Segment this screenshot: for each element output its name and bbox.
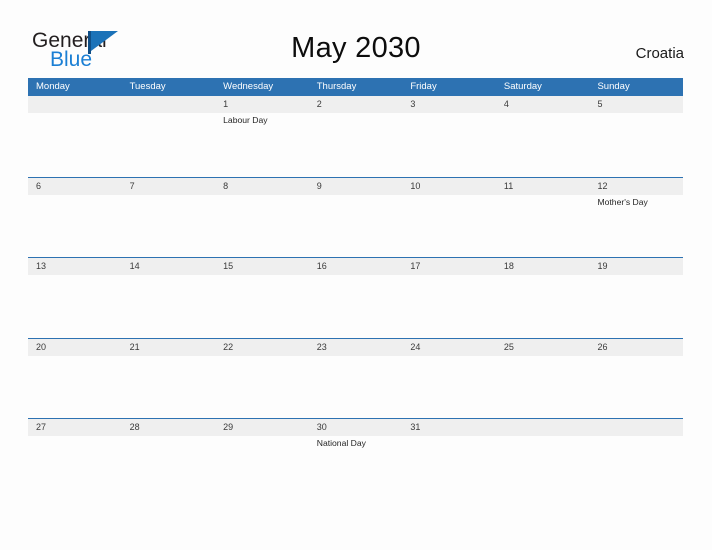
day-number: 21 — [129, 341, 140, 352]
calendar-week-row: 13 14 15 16 17 18 19 — [28, 257, 683, 338]
day-number: 30 — [316, 422, 327, 432]
day-cell[interactable]: 15 — [215, 258, 309, 338]
day-cell[interactable]: 6 — [28, 178, 122, 258]
day-number: 6 — [36, 180, 42, 191]
day-number: 16 — [316, 261, 327, 271]
day-number: 7 — [129, 180, 135, 191]
day-cell[interactable]: 18 — [496, 258, 590, 338]
day-event: National Day — [316, 438, 366, 448]
day-number: 2 — [316, 99, 322, 109]
day-cell[interactable]: 19 — [589, 258, 683, 338]
day-number: 23 — [316, 341, 327, 352]
day-number: 20 — [36, 341, 47, 352]
day-number: 22 — [223, 341, 234, 352]
day-number: 14 — [129, 261, 140, 271]
day-cell[interactable]: 12 Mother's Day — [589, 178, 683, 258]
day-cell[interactable]: 13 — [28, 258, 122, 338]
day-number: 28 — [129, 422, 140, 432]
day-cell[interactable]: 26 — [589, 339, 683, 419]
day-number: 1 — [223, 99, 229, 109]
day-number: 18 — [503, 261, 514, 271]
weekday-tuesday: Tuesday — [129, 81, 166, 92]
day-cell[interactable] — [122, 96, 216, 177]
day-cell[interactable] — [496, 419, 590, 499]
day-cell[interactable]: 10 — [402, 178, 496, 258]
weekday-wednesday: Wednesday — [223, 81, 274, 92]
day-number: 15 — [223, 261, 234, 271]
day-number: 11 — [503, 180, 514, 191]
day-number: 24 — [410, 341, 421, 352]
weekday-friday: Friday — [410, 81, 437, 92]
weekday-sunday: Sunday — [597, 81, 630, 92]
day-number: 25 — [503, 341, 514, 352]
day-cell[interactable]: 24 — [402, 339, 496, 419]
day-cell[interactable]: 28 — [122, 419, 216, 499]
day-cell[interactable]: 17 — [402, 258, 496, 338]
day-number: 27 — [36, 422, 47, 432]
weekday-monday: Monday — [36, 81, 70, 92]
day-cell[interactable]: 1 Labour Day — [215, 96, 309, 177]
day-cell[interactable]: 20 — [28, 339, 122, 419]
day-number: 29 — [223, 422, 234, 432]
day-number: 26 — [597, 341, 608, 352]
day-number: 9 — [316, 180, 322, 191]
calendar-grid: Monday Tuesday Wednesday Thursday Friday… — [28, 78, 683, 499]
day-cell[interactable]: 11 — [496, 178, 590, 258]
day-cell[interactable] — [28, 96, 122, 177]
day-number: 12 — [597, 180, 608, 191]
calendar-weekday-header: Monday Tuesday Wednesday Thursday Friday… — [28, 78, 683, 96]
day-cell[interactable]: 27 — [28, 419, 122, 499]
day-number: 17 — [410, 261, 421, 271]
calendar-week-row: 1 Labour Day 2 3 4 5 — [28, 96, 683, 177]
day-cell[interactable]: 21 — [122, 339, 216, 419]
day-cell[interactable]: 3 — [402, 96, 496, 177]
day-number: 31 — [410, 422, 421, 432]
day-cell[interactable]: 5 — [589, 96, 683, 177]
day-cell[interactable]: 25 — [496, 339, 590, 419]
day-cell[interactable] — [589, 419, 683, 499]
page-header: General Blue May 2030 Croatia — [0, 0, 712, 78]
calendar-week-row: 27 28 29 30 National Day 31 — [28, 418, 683, 499]
day-cell[interactable]: 8 — [215, 178, 309, 258]
page-title: May 2030 — [291, 32, 421, 64]
day-number: 19 — [597, 261, 608, 271]
day-cell[interactable]: 31 — [402, 419, 496, 499]
day-number: 5 — [597, 99, 603, 109]
day-number: 8 — [223, 180, 229, 191]
day-cell[interactable]: 29 — [215, 419, 309, 499]
day-cell[interactable]: 4 — [496, 96, 590, 177]
day-cell[interactable]: 14 — [122, 258, 216, 338]
day-number: 4 — [503, 99, 509, 109]
country-label: Croatia — [635, 45, 684, 62]
weekday-thursday: Thursday — [316, 81, 357, 92]
calendar-week-row: 20 21 22 23 24 25 26 — [28, 337, 683, 419]
day-cell[interactable]: 9 — [309, 178, 403, 258]
day-event: Labour Day — [223, 115, 268, 125]
day-cell[interactable]: 23 — [309, 339, 403, 419]
day-cell[interactable]: 16 — [309, 258, 403, 338]
day-number: 3 — [410, 99, 416, 109]
day-cell[interactable]: 7 — [122, 178, 216, 258]
day-cell[interactable]: 2 — [309, 96, 403, 177]
day-event: Mother's Day — [597, 196, 648, 207]
day-number: 13 — [36, 261, 47, 271]
day-number: 10 — [410, 180, 421, 191]
day-cell[interactable]: 22 — [215, 339, 309, 419]
calendar-week-row: 6 7 8 9 10 11 12 Mother's Day — [28, 176, 683, 258]
weekday-saturday: Saturday — [503, 81, 542, 92]
day-cell[interactable]: 30 National Day — [309, 419, 403, 499]
